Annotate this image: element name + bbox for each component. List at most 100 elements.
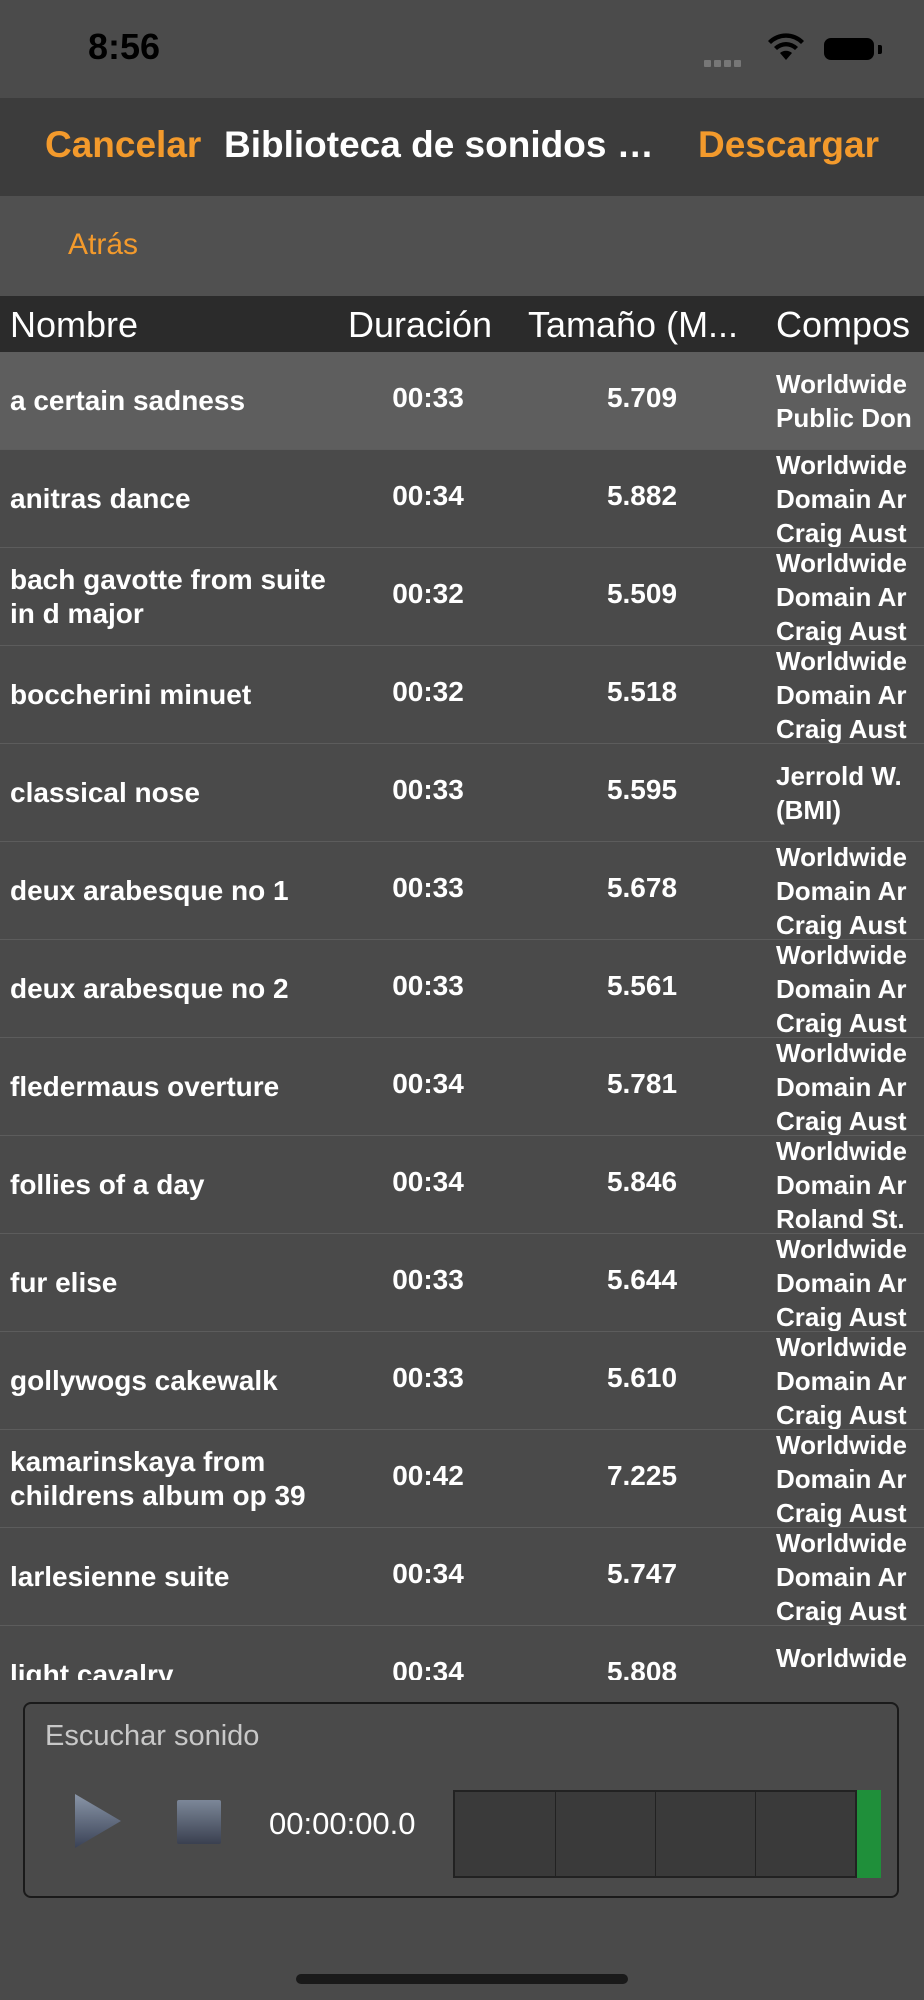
wifi-icon (768, 33, 804, 60)
status-icons (674, 30, 924, 70)
cell-name: classical nose (10, 777, 200, 808)
cell-size: 5.709 (606, 382, 678, 413)
table-row[interactable]: larlesienne suite 00:34 5.747 Worldwide … (0, 1528, 924, 1626)
download-button[interactable]: Descargar (698, 124, 879, 166)
cell-composer: Worldwide Domain Ar (776, 1643, 907, 1680)
column-header-composer[interactable]: Compos (776, 304, 924, 346)
sub-toolbar: Atrás (0, 196, 924, 296)
cell-composer: Jerrold W. (BMI) (776, 761, 902, 825)
back-button[interactable]: Atrás (68, 228, 138, 262)
cell-duration: 00:42 (392, 1460, 464, 1491)
cancel-button[interactable]: Cancelar (45, 124, 201, 166)
cell-name: follies of a day (10, 1169, 205, 1200)
cell-duration: 00:34 (392, 480, 464, 511)
cell-duration: 00:33 (392, 1264, 464, 1295)
cell-name: bach gavotte from suite in d major (10, 564, 326, 629)
table-row[interactable]: fur elise 00:33 5.644 Worldwide Domain A… (0, 1234, 924, 1332)
cell-size: 5.781 (606, 1068, 678, 1099)
cell-name: fledermaus overture (10, 1071, 280, 1102)
cell-composer: Worldwide Domain Ar Craig Aust (776, 1528, 907, 1626)
table-row[interactable]: deux arabesque no 1 00:33 5.678 Worldwid… (0, 842, 924, 940)
cell-duration: 00:34 (392, 1558, 464, 1589)
cell-name: kamarinskaya from childrens album op 39 (10, 1446, 306, 1511)
cell-duration: 00:34 (392, 1166, 464, 1197)
sound-player: Escuchar sonido 00:00:00.0 (23, 1702, 899, 1898)
cell-size: 5.808 (606, 1656, 678, 1680)
cell-size: 5.747 (606, 1558, 678, 1589)
level-indicator (857, 1790, 881, 1878)
table-row[interactable]: light cavalry 00:34 5.808 Worldwide Doma… (0, 1626, 924, 1680)
cell-size: 5.561 (606, 970, 678, 1001)
cell-composer: Worldwide Domain Ar Craig Aust (776, 646, 907, 744)
cell-size: 5.882 (606, 480, 678, 511)
cell-composer: Worldwide Domain Ar Craig Aust (776, 548, 907, 646)
cell-composer: Worldwide Domain Ar Craig Aust (776, 450, 907, 548)
cell-name: anitras dance (10, 483, 191, 514)
meter-divider (555, 1792, 556, 1876)
battery-cap (878, 45, 882, 54)
cell-name: fur elise (10, 1267, 118, 1298)
cell-duration: 00:34 (392, 1656, 464, 1680)
table-row[interactable]: gollywogs cakewalk 00:33 5.610 Worldwide… (0, 1332, 924, 1430)
cell-duration: 00:33 (392, 970, 464, 1001)
table-row[interactable]: deux arabesque no 2 00:33 5.561 Worldwid… (0, 940, 924, 1038)
navigation-bar: Cancelar Biblioteca de sonidos d... Desc… (0, 98, 924, 196)
cell-size: 5.595 (606, 774, 678, 805)
cell-composer: Worldwide Domain Ar Craig Aust (776, 1430, 907, 1528)
meter-divider (655, 1792, 656, 1876)
table-row[interactable]: anitras dance 00:34 5.882 Worldwide Doma… (0, 450, 924, 548)
cell-name: boccherini minuet (10, 679, 252, 710)
cell-duration: 00:32 (392, 578, 464, 609)
cell-duration: 00:33 (392, 382, 464, 413)
cell-duration: 00:34 (392, 1068, 464, 1099)
cell-size: 5.644 (606, 1264, 678, 1295)
level-meter (453, 1790, 857, 1878)
cell-size: 5.678 (606, 872, 678, 903)
cell-duration: 00:32 (392, 676, 464, 707)
cell-name: deux arabesque no 1 (10, 875, 289, 906)
nav-title: Biblioteca de sonidos d... (224, 124, 668, 165)
cell-composer: Worldwide Domain Ar Roland St. (776, 1136, 907, 1234)
status-bar: 8:56 (0, 0, 924, 98)
meter-divider (755, 1792, 756, 1876)
table-header: Nombre Duración Tamaño (M... Compos (0, 296, 924, 352)
cell-size: 5.610 (606, 1362, 678, 1393)
table-row[interactable]: boccherini minuet 00:32 5.518 Worldwide … (0, 646, 924, 744)
table-row[interactable]: a certain sadness 00:33 5.709 Worldwide … (0, 352, 924, 450)
cell-size: 5.518 (606, 676, 678, 707)
cell-composer: Worldwide Domain Ar Craig Aust (776, 1234, 907, 1332)
cell-name: a certain sadness (10, 385, 246, 416)
cell-duration: 00:33 (392, 872, 464, 903)
stop-icon[interactable] (177, 1800, 221, 1844)
table-row[interactable]: classical nose 00:33 5.595 Jerrold W. (B… (0, 744, 924, 842)
status-time: 8:56 (88, 26, 161, 67)
play-icon[interactable] (71, 1792, 123, 1850)
player-area: Escuchar sonido 00:00:00.0 (0, 1680, 924, 2000)
cell-size: 7.225 (606, 1460, 678, 1491)
cell-composer: Worldwide Domain Ar Craig Aust (776, 1038, 907, 1136)
cell-composer: Worldwide Public Don (776, 369, 912, 433)
cell-duration: 00:33 (392, 774, 464, 805)
playback-timer: 00:00:00.0 (269, 1806, 416, 1841)
cell-composer: Worldwide Domain Ar Craig Aust (776, 1332, 907, 1430)
cell-name: deux arabesque no 2 (10, 973, 289, 1004)
cell-duration: 00:33 (392, 1362, 464, 1393)
column-header-duration[interactable]: Duración (348, 304, 492, 346)
column-header-size[interactable]: Tamaño (M... (528, 304, 760, 346)
column-header-name[interactable]: Nombre (10, 304, 138, 346)
table-row[interactable]: follies of a day 00:34 5.846 Worldwide D… (0, 1136, 924, 1234)
signal-icon (704, 54, 744, 72)
table-row[interactable]: fledermaus overture 00:34 5.781 Worldwid… (0, 1038, 924, 1136)
table-row[interactable]: bach gavotte from suite in d major 00:32… (0, 548, 924, 646)
cell-composer: Worldwide Domain Ar Craig Aust (776, 842, 907, 940)
battery-icon (824, 38, 874, 60)
cell-name: gollywogs cakewalk (10, 1365, 278, 1396)
table-row[interactable]: kamarinskaya from childrens album op 39 … (0, 1430, 924, 1528)
cell-composer: Worldwide Domain Ar Craig Aust (776, 940, 907, 1038)
cell-name: light cavalry (10, 1659, 174, 1680)
home-indicator[interactable] (296, 1974, 628, 1984)
cell-size: 5.846 (606, 1166, 678, 1197)
table-rows: a certain sadness 00:33 5.709 Worldwide … (0, 352, 924, 1680)
cell-size: 5.509 (606, 578, 678, 609)
sound-table[interactable]: Nombre Duración Tamaño (M... Compos a ce… (0, 296, 924, 1680)
